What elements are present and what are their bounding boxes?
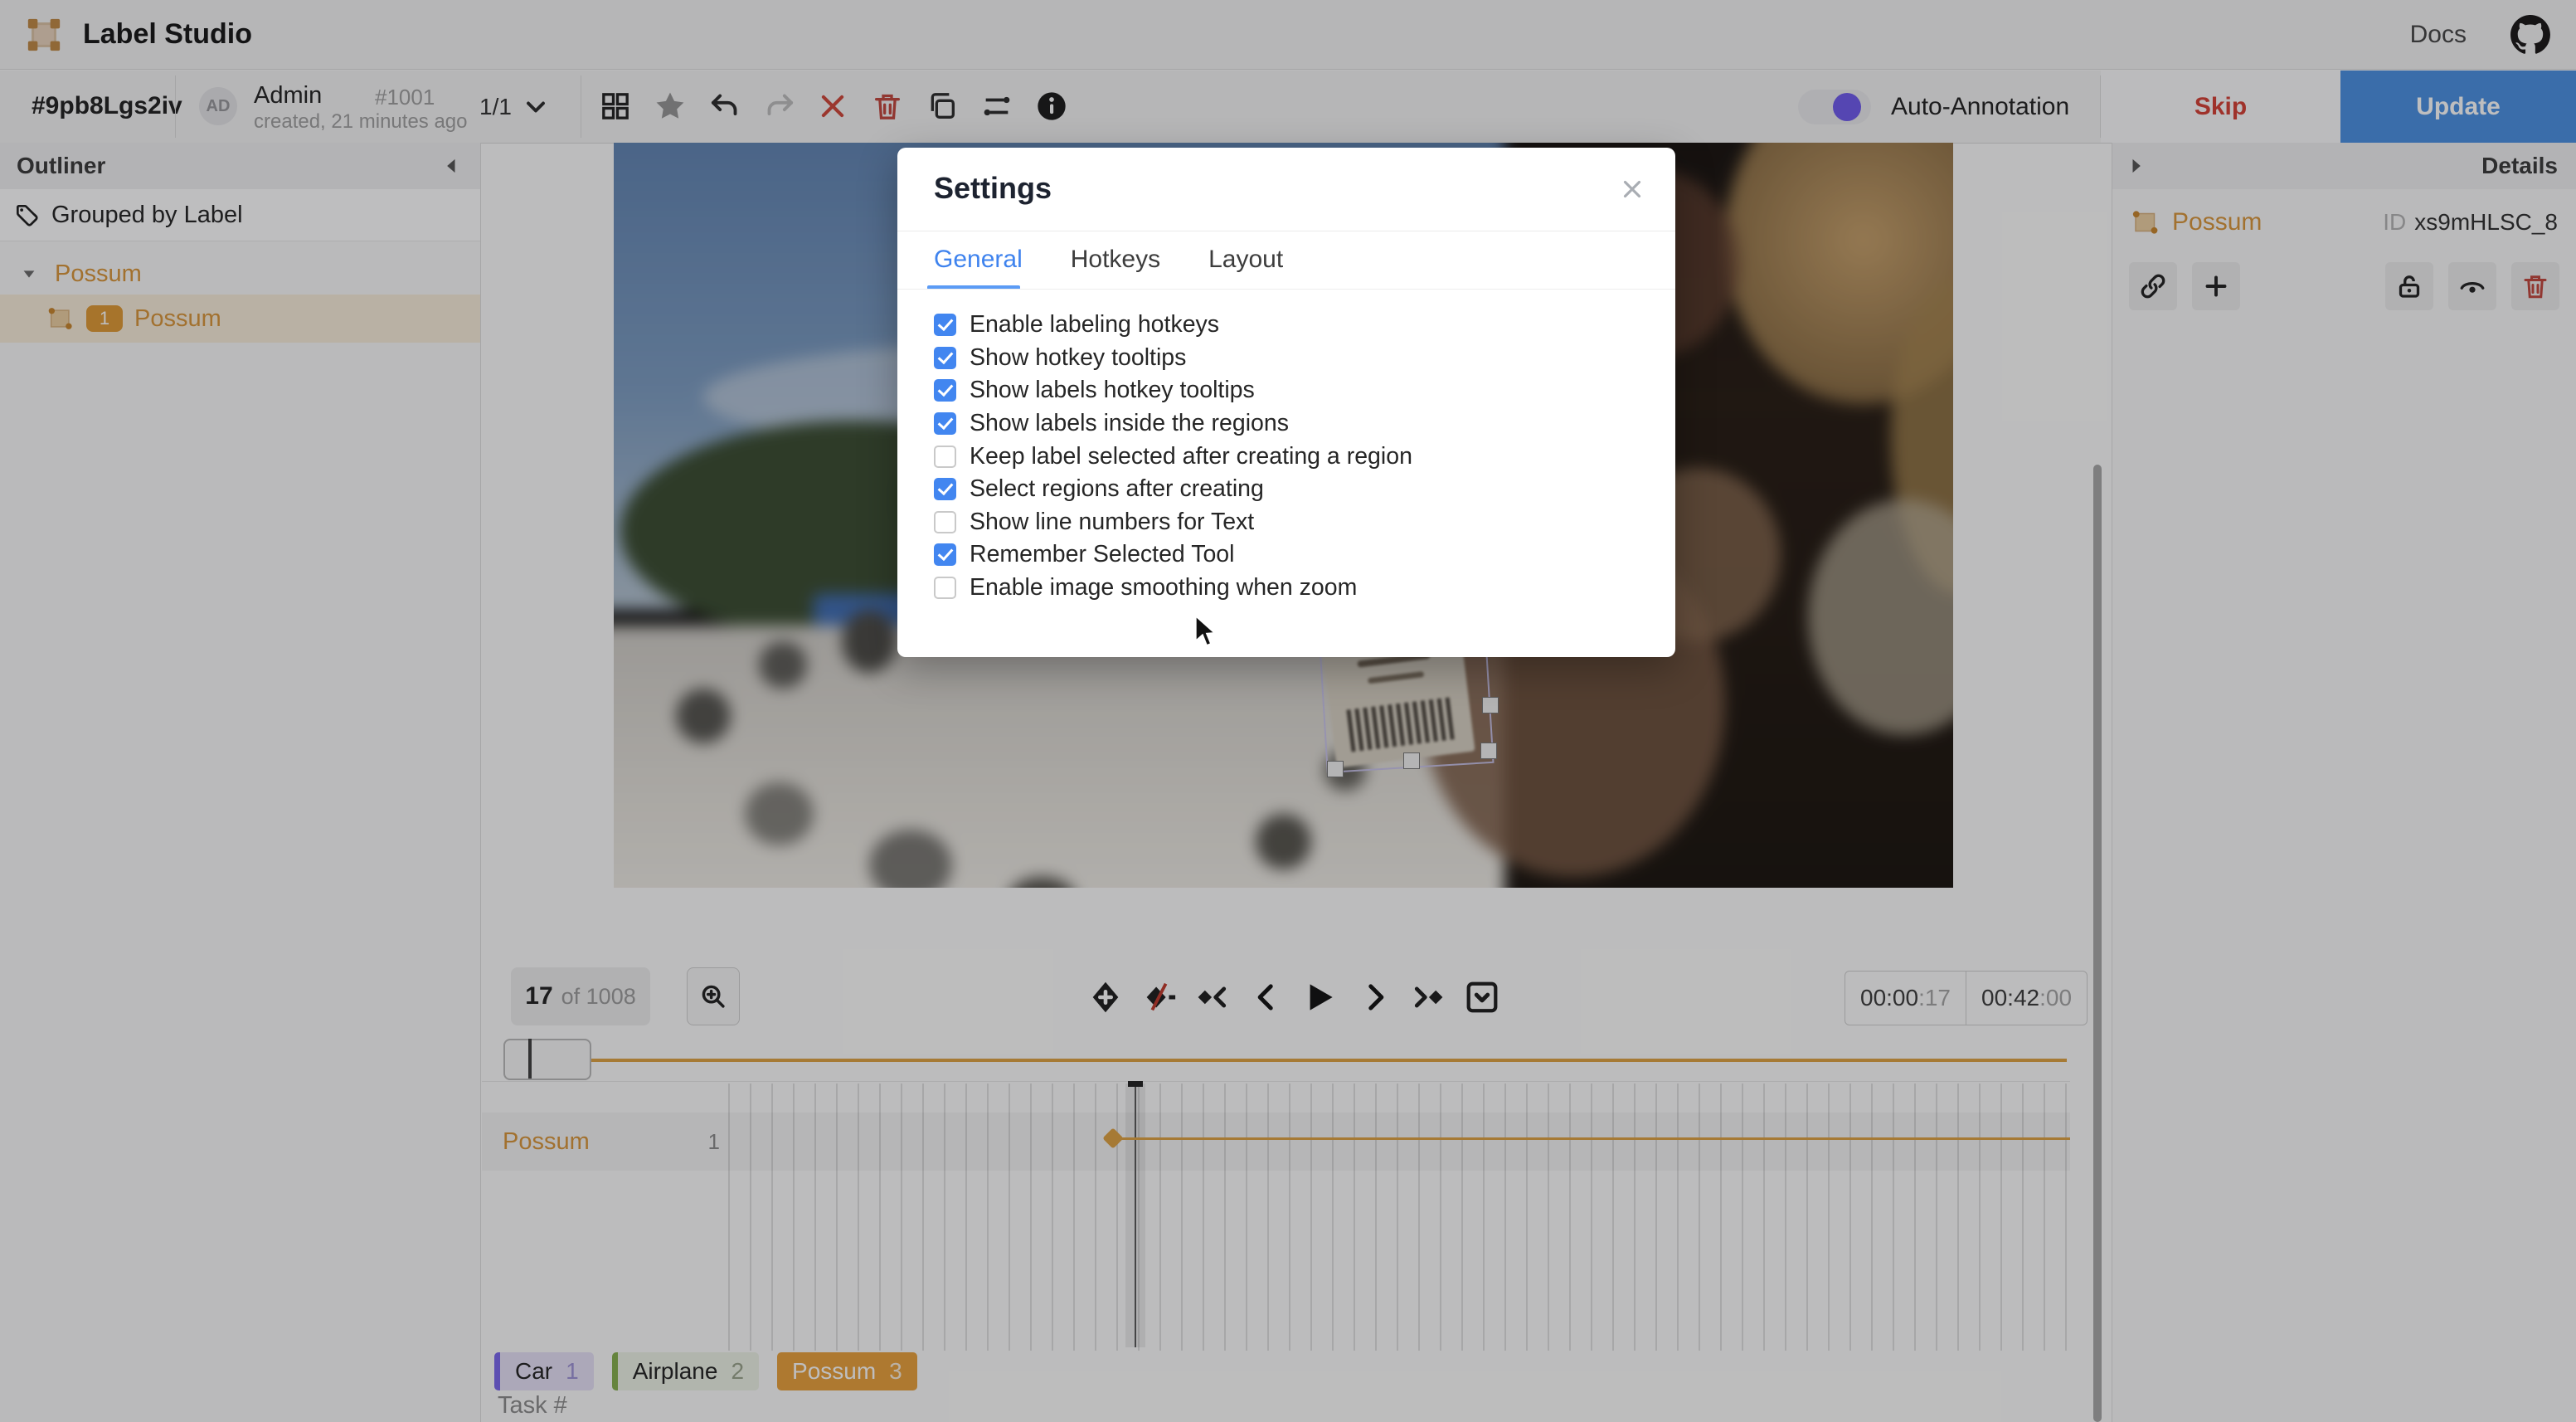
checkbox-checked-icon[interactable] [934,347,956,369]
option-enable-labeling-hotkeys[interactable]: Enable labeling hotkeys [934,309,1548,342]
checkbox-checked-icon[interactable] [934,412,956,435]
settings-modal: Settings General Hotkeys Layout Enable l… [897,148,1675,657]
mouse-cursor [1193,614,1222,650]
option-label: Enable image smoothing when zoom [970,574,1357,601]
option-label: Show line numbers for Text [970,509,1254,536]
checkbox-checked-icon[interactable] [934,543,956,566]
tab-general[interactable]: General [934,246,1023,274]
modal-title: Settings [934,171,1052,206]
tab-hotkeys[interactable]: Hotkeys [1071,246,1160,274]
settings-tabs: General Hotkeys Layout [934,246,1283,274]
option-label: Show hotkey tooltips [970,344,1186,372]
settings-options: Enable labeling hotkeys Show hotkey tool… [934,309,1548,604]
option-label: Remember Selected Tool [970,541,1234,568]
option-label: Keep label selected after creating a reg… [970,443,1412,470]
option-remember-selected-tool[interactable]: Remember Selected Tool [934,538,1548,572]
option-show-labels-hotkey-tooltips[interactable]: Show labels hotkey tooltips [934,374,1548,407]
checkbox-checked-icon[interactable] [934,478,956,500]
option-label: Enable labeling hotkeys [970,311,1219,338]
option-label: Show labels inside the regions [970,410,1289,437]
option-show-line-numbers[interactable]: Show line numbers for Text [934,506,1548,539]
option-enable-image-smoothing[interactable]: Enable image smoothing when zoom [934,572,1548,605]
option-select-regions-after-creating[interactable]: Select regions after creating [934,473,1548,506]
option-show-hotkey-tooltips[interactable]: Show hotkey tooltips [934,342,1548,375]
option-keep-label-selected[interactable]: Keep label selected after creating a reg… [934,440,1548,473]
checkbox-checked-icon[interactable] [934,314,956,336]
checkbox-checked-icon[interactable] [934,379,956,402]
checkbox-unchecked-icon[interactable] [934,446,956,468]
checkbox-unchecked-icon[interactable] [934,577,956,599]
label-studio-app: Label Studio Docs #9pb8Lgs2iv AD Admin #… [0,0,2576,1422]
close-icon[interactable] [1617,174,1647,204]
option-label: Select regions after creating [970,475,1264,503]
divider [897,289,1675,290]
checkbox-unchecked-icon[interactable] [934,511,956,533]
option-show-labels-inside-regions[interactable]: Show labels inside the regions [934,407,1548,441]
tab-layout[interactable]: Layout [1208,246,1283,274]
option-label: Show labels hotkey tooltips [970,377,1255,404]
